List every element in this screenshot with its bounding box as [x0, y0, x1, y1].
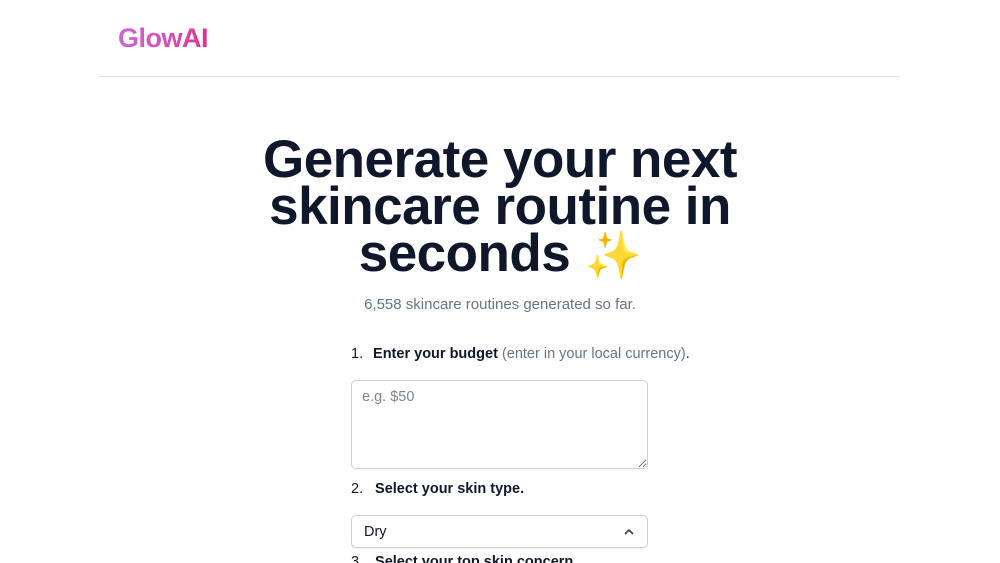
skin-type-selected-value: Dry — [364, 524, 387, 540]
brand-logo[interactable]: GlowAI — [118, 22, 209, 54]
step-budget-label: 1. Enter your budget (enter in your loca… — [351, 346, 690, 362]
step-number: 2. — [351, 481, 364, 497]
step-skin-concern-label: 3. Select your top skin concern. — [351, 554, 577, 563]
step-label: Select your top skin concern. — [375, 554, 578, 563]
chevron-up-icon — [624, 529, 634, 535]
step-suffix: . — [685, 346, 690, 362]
step-number: 3. — [351, 554, 364, 563]
hero-title-line3: seconds — [358, 224, 571, 283]
step-label: Enter your budget — [373, 346, 498, 362]
hero-title: Generate your next skincare routine in s… — [230, 133, 770, 281]
skin-type-select[interactable]: Dry — [351, 515, 648, 548]
budget-input[interactable] — [351, 380, 648, 469]
sparkles-icon: ✨ — [584, 229, 642, 281]
step-label: Select your skin type. — [375, 481, 525, 497]
site-header: GlowAI — [99, 0, 900, 77]
routines-counter: 6,558 skincare routines generated so far… — [364, 296, 636, 313]
step-hint: (enter in your local currency) — [501, 346, 686, 362]
step-number: 1. — [351, 346, 364, 362]
page: GlowAI Generate your next skincare routi… — [0, 0, 1000, 563]
step-skin-type-label: 2. Select your skin type. — [351, 481, 524, 497]
